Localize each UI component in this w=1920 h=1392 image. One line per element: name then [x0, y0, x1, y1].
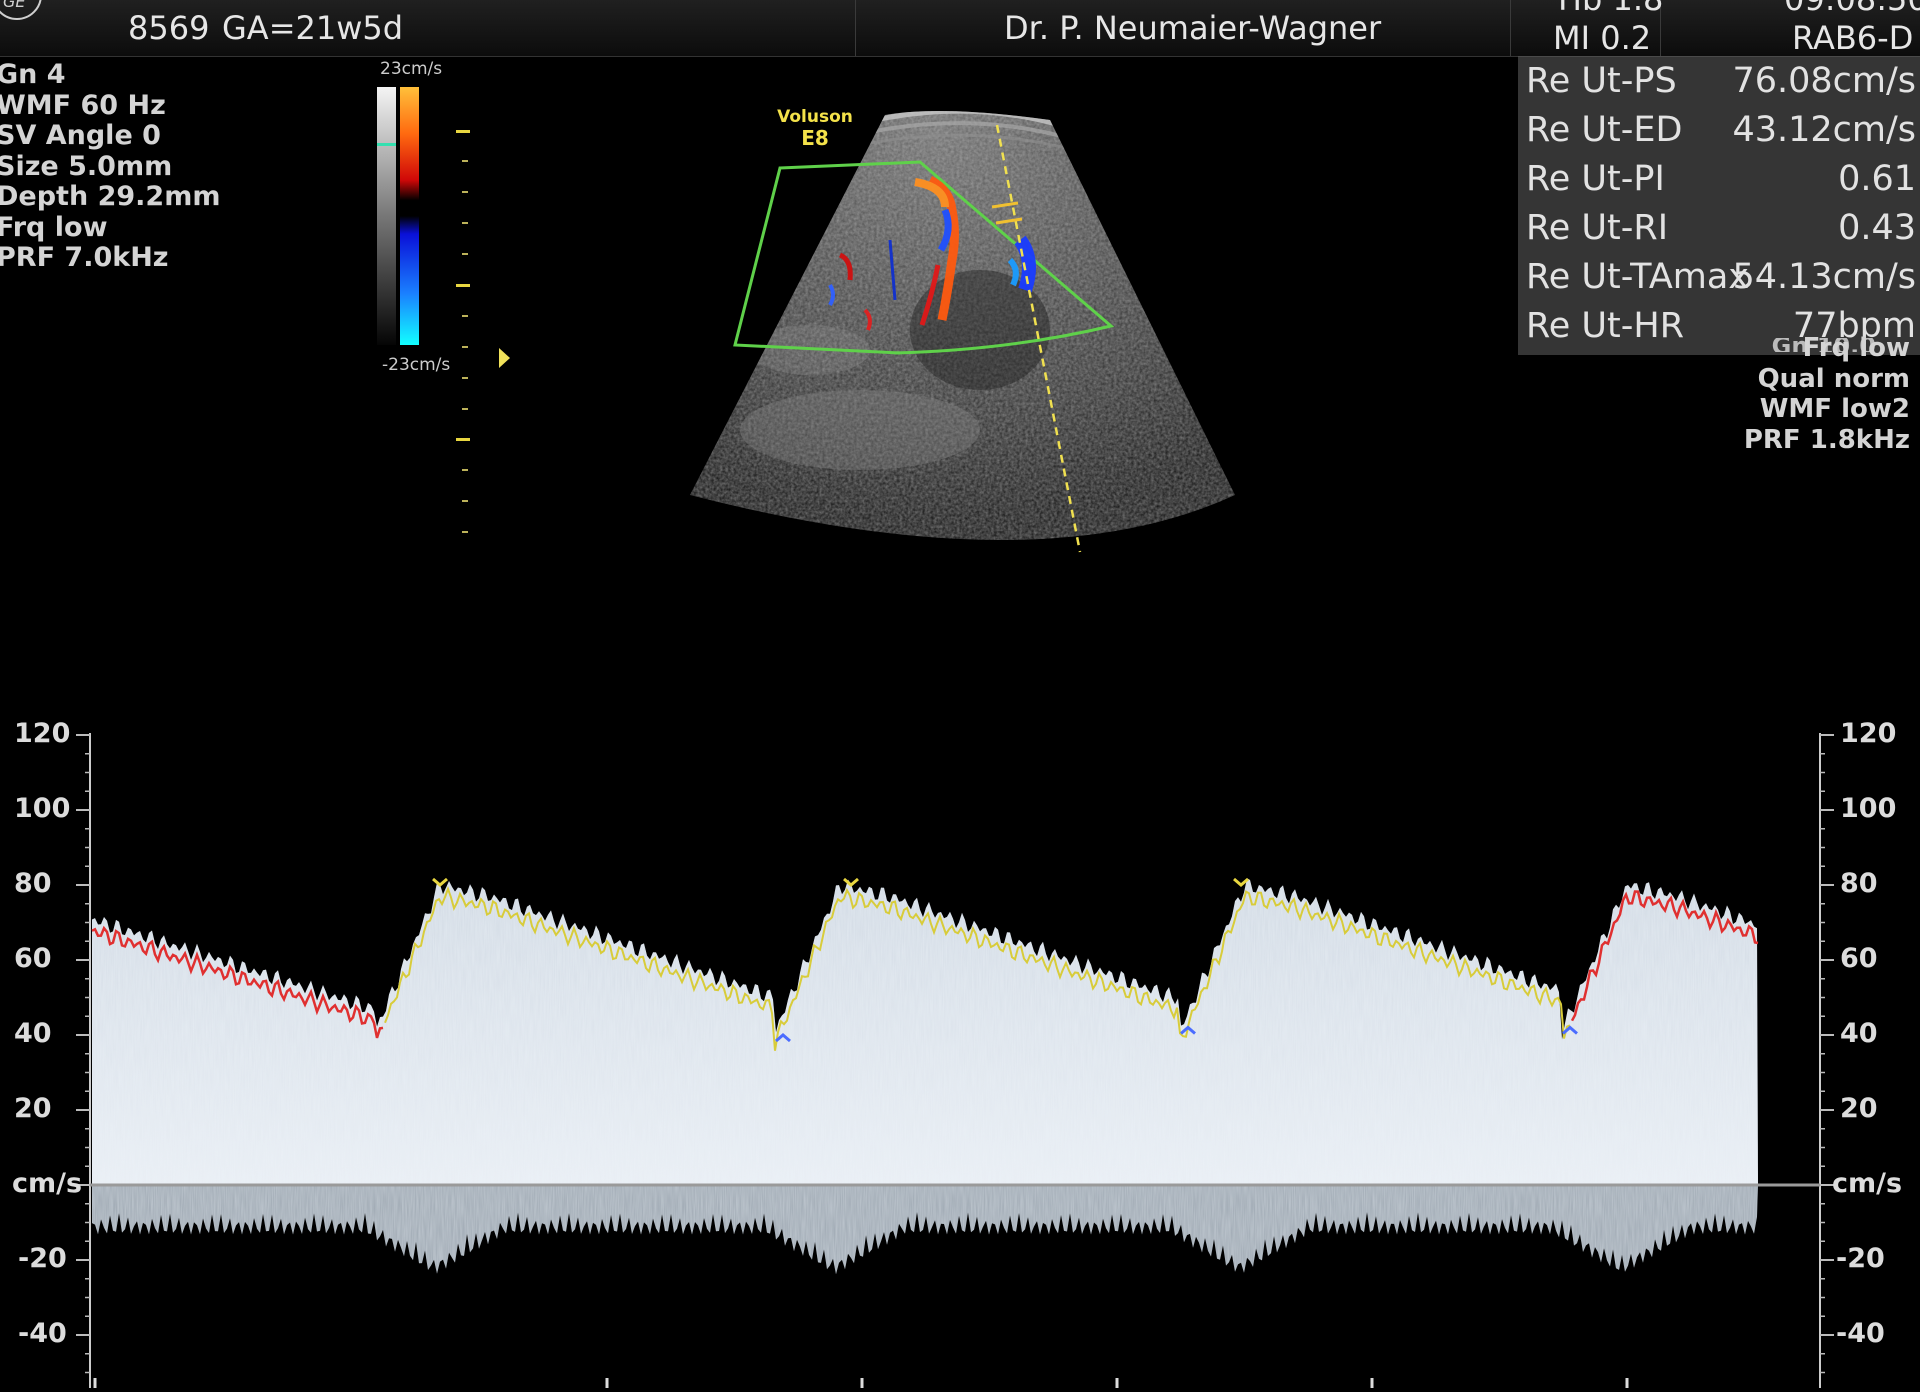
param-frq: Frq low [0, 211, 108, 243]
param-wmf: WMF low2 [1759, 394, 1910, 424]
axis-tick-label: 20 [1840, 1093, 1878, 1124]
axis-tick-label: 20 [14, 1093, 52, 1124]
axis-tick-label: 120 [14, 718, 71, 749]
measurement-row[interactable]: Re Ut-RI 0.43 [1518, 204, 1920, 253]
measurement-panel: Re Ut-PS 76.08cm/s Re Ut-ED 43.12cm/s Re… [1518, 56, 1920, 355]
axis-tick-label: 60 [1840, 943, 1878, 974]
gestational-age: GA=21w5d [222, 9, 404, 47]
patient-id: 8569 [128, 9, 210, 47]
divider [855, 0, 856, 56]
measurement-row[interactable]: Re Ut-PI 0.61 [1518, 155, 1920, 204]
param-sv-angle: SV Angle 0 [0, 120, 161, 151]
ge-logo-icon: GE [0, 0, 42, 20]
peak-systolic-marker [432, 877, 448, 887]
focus-pointer-icon[interactable] [499, 348, 510, 368]
clock-time: 09:08:50 [1784, 0, 1920, 18]
axis-unit-label: cm/s [12, 1168, 83, 1199]
axis-tick-label: -20 [1836, 1243, 1885, 1274]
measurement-row[interactable]: Re Ut-TAmax 54.13cm/s [1518, 253, 1920, 302]
top-info-bar: GE 8569 GA=21w5d Dr. P. Neumaier-Wagner … [0, 0, 1920, 57]
param-prf: PRF 7.0kHz [0, 242, 169, 273]
depth-scale [456, 130, 470, 533]
axis-tick-label: 100 [14, 793, 71, 824]
axis-tick-label: 80 [14, 868, 52, 899]
axis-tick-label: -20 [18, 1243, 67, 1274]
axis-tick-label: 100 [1840, 793, 1897, 824]
physician-name: Dr. P. Neumaier-Wagner [1004, 9, 1382, 47]
doppler-spectrum[interactable] [0, 718, 1920, 1388]
param-depth: Depth 29.2mm [0, 181, 221, 212]
axis-unit-label: cm/s [1832, 1168, 1903, 1199]
bmode-parameters: Frq low Qual norm WMF low2 PRF 1.8kHz [1744, 333, 1910, 455]
thermal-index: TIb 1.8 [1553, 0, 1663, 18]
param-prf: PRF 1.8kHz [1743, 424, 1910, 455]
axis-tick-label: 80 [1840, 868, 1878, 899]
param-frq: Frq low [1802, 333, 1910, 363]
color-scale-min: -23cm/s [382, 355, 451, 375]
divider [1510, 0, 1511, 56]
measurement-row[interactable]: Re Ut-ED 43.12cm/s [1518, 106, 1920, 155]
spectral-doppler[interactable]: 120 120 100 100 80 80 60 60 40 40 20 20 -20 -20 -40 -40… [0, 718, 1920, 1388]
peak-systolic-marker [843, 877, 859, 887]
bmode-image[interactable] [680, 100, 1240, 570]
color-scale-max: 23cm/s [380, 59, 443, 79]
axis-tick-label: -40 [18, 1318, 67, 1349]
axis-tick-label: 120 [1840, 718, 1897, 749]
spectral-envelope [92, 878, 1758, 1275]
probe-name: RAB6-D [1792, 19, 1914, 57]
param-size: Size 5.0mm [0, 150, 173, 182]
axis-tick-label: 40 [14, 1018, 52, 1049]
mechanical-index: MI 0.2 [1553, 19, 1652, 57]
doppler-parameters: Gn 4 WMF 60 Hz SV Angle 0 Size 5.0mm Dep… [0, 59, 221, 274]
axis-tick-label: 40 [1840, 1018, 1878, 1049]
measurement-row[interactable]: Re Ut-PS 76.08cm/s [1518, 57, 1920, 106]
param-gain: Gn 4 [0, 59, 66, 90]
color-velocity-bar [377, 87, 419, 345]
axis-tick-label: 60 [14, 943, 52, 974]
param-quality: Qual norm [1757, 363, 1910, 394]
axis-tick-label: -40 [1836, 1318, 1885, 1349]
param-wmf: WMF 60 Hz [0, 89, 166, 121]
